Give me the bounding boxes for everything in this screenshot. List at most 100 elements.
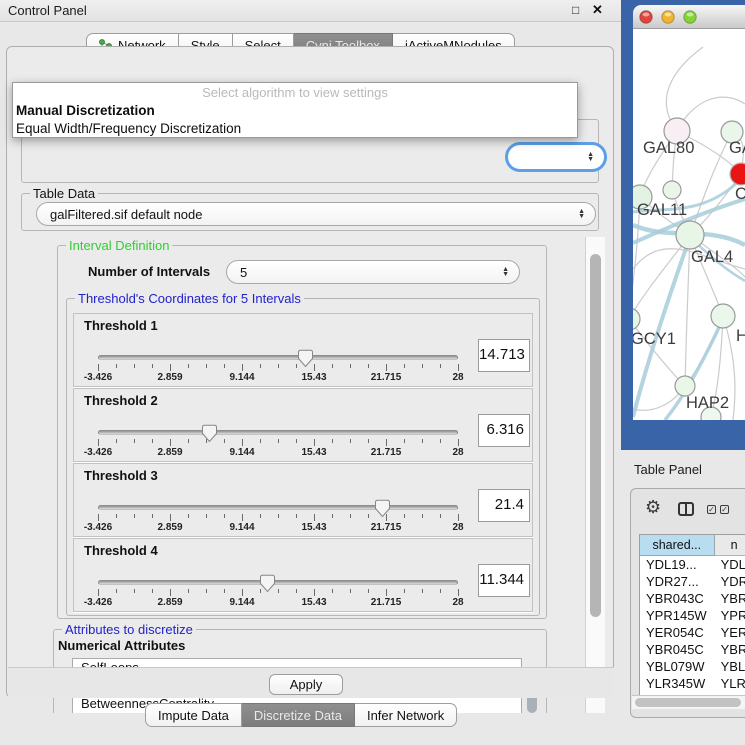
node[interactable] bbox=[663, 181, 681, 199]
tick-label: 15.43 bbox=[301, 447, 326, 458]
node-hap2[interactable] bbox=[675, 376, 695, 396]
threshold-slider[interactable]: -3.4262.8599.14415.4321.71528 bbox=[98, 579, 458, 611]
table-data-combobox[interactable]: galFiltered.sif default node ▲▼ bbox=[36, 202, 596, 226]
algorithm-combobox[interactable]: ▲▼ bbox=[505, 142, 607, 172]
apply-button[interactable]: Apply bbox=[269, 674, 343, 695]
numerical-attributes-label: Numerical Attributes bbox=[58, 638, 185, 653]
table-cell: YDR27... bbox=[640, 573, 715, 590]
table-rows: YDL19...YDL1YDR27...YDR2YBR043CYBR0YPR14… bbox=[640, 556, 745, 709]
algorithm-dropdown-popup: Select algorithm to view settings Manual… bbox=[12, 82, 578, 138]
threshold-value-field[interactable]: 21.4 bbox=[478, 489, 530, 522]
tick-mark bbox=[314, 439, 315, 446]
dropdown-option-manual-discretization[interactable]: Manual Discretization bbox=[13, 102, 577, 120]
tick-mark bbox=[116, 514, 117, 518]
node-gal4[interactable] bbox=[676, 221, 704, 249]
table-row[interactable]: YPR145WYPR1 bbox=[640, 607, 745, 624]
section-title: Attributes to discretize bbox=[62, 622, 196, 637]
tab-impute-data[interactable]: Impute Data bbox=[145, 703, 242, 727]
tick-mark bbox=[458, 364, 459, 371]
panel-scrollbar[interactable] bbox=[585, 237, 605, 713]
threshold-value-field[interactable]: 6.316 bbox=[478, 414, 530, 447]
svg-text:GCY1: GCY1 bbox=[633, 330, 676, 348]
threshold-slider[interactable]: -3.4262.8599.14415.4321.71528 bbox=[98, 354, 458, 386]
tick-mark bbox=[224, 439, 225, 443]
table-horizontal-scrollbar[interactable] bbox=[632, 695, 745, 709]
slider-thumb[interactable] bbox=[374, 499, 391, 523]
tick-mark bbox=[458, 439, 459, 446]
node-selected-red[interactable] bbox=[730, 163, 745, 185]
slider-track[interactable] bbox=[98, 355, 458, 360]
table-cell: YBL079W bbox=[640, 658, 715, 675]
spinner-arrows-icon: ▲▼ bbox=[502, 267, 509, 277]
tick-mark bbox=[332, 589, 333, 593]
float-window-icon[interactable]: □ bbox=[572, 3, 579, 17]
tick-mark bbox=[440, 439, 441, 443]
table-cell: YBR0 bbox=[715, 590, 745, 607]
threshold-label: Threshold 4 bbox=[84, 543, 158, 558]
tick-mark bbox=[332, 364, 333, 368]
highlight bbox=[643, 13, 650, 17]
tick-mark bbox=[296, 439, 297, 443]
table-row[interactable]: YBR045CYBR0 bbox=[640, 641, 745, 658]
table-row[interactable]: YDR27...YDR2 bbox=[640, 573, 745, 590]
network-window-frame[interactable]: GAL80 GA C GAL11 GAL4 GCY1 H HAP2 bbox=[621, 0, 745, 450]
dropdown-option-equal-width-frequency[interactable]: Equal Width/Frequency Discretization bbox=[13, 120, 577, 138]
table-row[interactable]: YER054CYER0 bbox=[640, 624, 745, 641]
table-row[interactable]: YBL079WYBL0 bbox=[640, 658, 745, 675]
tick-label: -3.426 bbox=[84, 597, 112, 608]
node[interactable] bbox=[711, 304, 735, 328]
tab-discretize-data[interactable]: Discretize Data bbox=[242, 703, 355, 727]
column-header-name[interactable]: n bbox=[715, 535, 745, 556]
tab-infer-network[interactable]: Infer Network bbox=[355, 703, 457, 727]
split-columns-icon[interactable] bbox=[678, 502, 694, 516]
tick-label: 15.43 bbox=[301, 372, 326, 383]
section-title: Threshold's Coordinates for 5 Intervals bbox=[75, 291, 304, 306]
network-graph: GAL80 GA C GAL11 GAL4 GCY1 H HAP2 bbox=[633, 29, 745, 420]
node-gcy1[interactable] bbox=[633, 308, 640, 330]
threshold-slider[interactable]: -3.4262.8599.14415.4321.71528 bbox=[98, 429, 458, 461]
table-cell: YER0 bbox=[715, 624, 745, 641]
gear-icon[interactable]: ⚙ bbox=[645, 497, 661, 518]
table-cell: YDL19... bbox=[640, 556, 715, 573]
tick-mark bbox=[98, 589, 99, 596]
tick-mark bbox=[422, 589, 423, 593]
table-row[interactable]: YLR345WYLR3 bbox=[640, 675, 745, 692]
slider-thumb[interactable] bbox=[201, 424, 218, 448]
close-icon[interactable]: ✕ bbox=[592, 2, 603, 18]
table-row[interactable]: YDL19...YDL1 bbox=[640, 556, 745, 573]
table-cell: YPR145W bbox=[640, 607, 715, 624]
checkbox-icon[interactable]: ✓ bbox=[720, 505, 729, 514]
tick-mark bbox=[332, 514, 333, 518]
threshold-slider[interactable]: -3.4262.8599.14415.4321.71528 bbox=[98, 504, 458, 536]
table-cell: YPR1 bbox=[715, 607, 745, 624]
tick-label: 2.859 bbox=[157, 372, 182, 383]
slider-track[interactable] bbox=[98, 430, 458, 435]
slider-track[interactable] bbox=[98, 505, 458, 510]
tick-mark bbox=[152, 589, 153, 593]
table-cell: YBR045C bbox=[640, 641, 715, 658]
checkbox-icon[interactable]: ✓ bbox=[707, 505, 716, 514]
column-header-shared-name[interactable]: shared... bbox=[640, 535, 715, 556]
tick-mark bbox=[206, 514, 207, 518]
network-canvas[interactable]: GAL80 GA C GAL11 GAL4 GCY1 H HAP2 bbox=[633, 29, 745, 420]
tick-mark bbox=[368, 589, 369, 593]
tick-label: 15.43 bbox=[301, 597, 326, 608]
slider-thumb[interactable] bbox=[297, 349, 314, 373]
tick-mark bbox=[458, 589, 459, 596]
tick-mark bbox=[278, 364, 279, 368]
num-intervals-spinner[interactable]: 5 ▲▼ bbox=[226, 260, 520, 284]
slider-thumb[interactable] bbox=[259, 574, 276, 598]
tick-mark bbox=[242, 514, 243, 521]
threshold-value-field[interactable]: 14.713 bbox=[478, 339, 530, 372]
table-panel-header: Table Panel bbox=[621, 452, 745, 486]
slider-track[interactable] bbox=[98, 580, 458, 585]
tick-mark bbox=[350, 589, 351, 593]
threshold-value-field[interactable]: 11.344 bbox=[478, 564, 530, 597]
table-row[interactable]: YBR043CYBR0 bbox=[640, 590, 745, 607]
network-window-titlebar[interactable] bbox=[633, 5, 745, 29]
control-panel-titlebar: Control Panel □ ✕ bbox=[0, 0, 621, 22]
threshold-group-2: Threshold 2-3.4262.8599.14415.4321.71528… bbox=[73, 388, 533, 462]
table-data-section: Table Data galFiltered.sif default node … bbox=[21, 193, 599, 231]
tick-mark bbox=[134, 514, 135, 518]
tick-mark bbox=[242, 589, 243, 596]
